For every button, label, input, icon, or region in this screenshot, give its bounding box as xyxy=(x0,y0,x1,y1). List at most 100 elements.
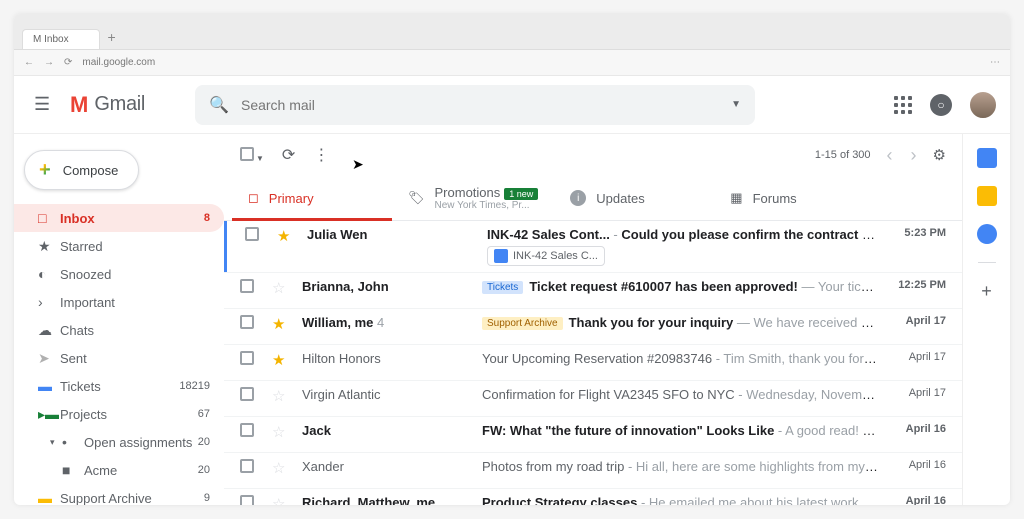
unread-indicator xyxy=(224,221,227,272)
star-icon[interactable]: ☆ xyxy=(272,279,292,297)
row-checkbox[interactable] xyxy=(240,279,254,293)
snippet: - Tim Smith, thank you for choosing Hilt… xyxy=(712,351,878,366)
email-row[interactable]: ★Julia WenINK-42 Sales Cont... - Could y… xyxy=(224,221,962,273)
tasks-icon[interactable] xyxy=(977,224,997,244)
sidebar-item-sent[interactable]: ➤Sent xyxy=(14,344,224,372)
mail-pane: ➤ ▼ ⟳ ⋮ 1-15 of 300 ‹ › ⚙ ◻ Primary xyxy=(224,134,962,505)
search-input[interactable] xyxy=(241,97,731,113)
search-bar[interactable]: 🔍 ▼ xyxy=(195,85,755,125)
browser-tab[interactable]: M Inbox xyxy=(22,29,100,49)
email-row[interactable]: ★William, me 4Support ArchiveThank you f… xyxy=(224,309,962,345)
calendar-icon[interactable] xyxy=(977,148,997,168)
subject: Confirmation for Flight VA2345 SFO to NY… xyxy=(482,387,735,402)
email-row[interactable]: ☆Brianna, JohnTicketsTicket request #610… xyxy=(224,273,962,309)
select-all-checkbox[interactable]: ▼ xyxy=(240,147,264,164)
star-icon[interactable]: ★ xyxy=(272,351,292,369)
reload-icon[interactable]: ⟳ xyxy=(64,57,72,68)
sidebar-label: Support Archive xyxy=(60,491,204,506)
hamburger-menu-icon[interactable]: ☰ xyxy=(34,94,58,115)
chip-blue-icon xyxy=(494,249,508,263)
email-row[interactable]: ☆XanderPhotos from my road trip - Hi all… xyxy=(224,453,962,489)
sidebar-item-acme[interactable]: ■Acme20 xyxy=(14,456,224,484)
search-icon: 🔍 xyxy=(209,95,229,115)
addons-plus-icon[interactable]: + xyxy=(981,281,992,302)
right-sidebar: + xyxy=(962,134,1010,505)
subject: Product Strategy classes xyxy=(482,495,637,505)
timestamp: April 17 xyxy=(888,315,946,327)
row-checkbox[interactable] xyxy=(245,227,259,241)
row-checkbox[interactable] xyxy=(240,495,254,505)
row-checkbox[interactable] xyxy=(240,387,254,401)
tab-primary[interactable]: ◻ Primary xyxy=(232,176,392,220)
settings-gear-icon[interactable]: ⚙ xyxy=(933,146,946,164)
refresh-icon[interactable]: ⟳ xyxy=(282,145,295,165)
email-row[interactable]: ☆ Richard, Matthew, me Product Strategy cl… xyxy=(224,489,962,505)
sidebar-label: Important xyxy=(60,295,210,310)
star-icon[interactable]: ★ xyxy=(272,315,292,333)
sidebar-icon: ★ xyxy=(38,238,60,255)
google-apps-icon[interactable] xyxy=(892,94,914,116)
star-icon[interactable]: ☆ xyxy=(272,459,292,477)
sidebar-item-projects[interactable]: ▸▬Projects67 xyxy=(14,400,224,428)
keep-icon[interactable] xyxy=(977,186,997,206)
forums-icon: ▦ xyxy=(730,190,742,206)
email-row[interactable]: ★Hilton HonorsYour Upcoming Reservation … xyxy=(224,345,962,381)
sidebar-item-starred[interactable]: ★Starred xyxy=(14,232,224,260)
attachment-chip[interactable]: INK-42 Sales C... xyxy=(487,246,605,266)
sidebar-item-open-assignments[interactable]: ▾•Open assignments20 xyxy=(14,428,224,456)
browser-menu-icon[interactable]: ⋯ xyxy=(990,57,1000,68)
sidebar-icon: ▬ xyxy=(38,490,60,505)
sender: Virgin Atlantic xyxy=(302,387,472,402)
star-icon[interactable]: ☆ xyxy=(272,387,292,405)
star-icon[interactable]: ★ xyxy=(277,227,297,245)
tab-promotions[interactable]: 🏷 Promotions1 new New York Times, Pr... xyxy=(392,176,554,220)
tab-updates[interactable]: i Updates xyxy=(554,176,714,220)
sidebar-count: 18219 xyxy=(179,380,210,392)
sidebar-item-support-archive[interactable]: ▬Support Archive9 xyxy=(14,484,224,505)
row-checkbox[interactable] xyxy=(240,423,254,437)
nav-back-icon[interactable]: ← xyxy=(24,57,34,68)
category-tabs: ◻ Primary 🏷 Promotions1 new New York Tim… xyxy=(224,176,962,221)
sidebar-item-chats[interactable]: ☁Chats xyxy=(14,316,224,344)
sidebar-icon: ➤ xyxy=(38,350,60,367)
row-checkbox[interactable] xyxy=(240,351,254,365)
pager-prev-icon[interactable]: ‹ xyxy=(885,145,895,166)
tab-forums[interactable]: ▦ Forums xyxy=(714,176,874,220)
gmail-logo[interactable]: M Gmail xyxy=(70,92,145,118)
star-icon[interactable]: ☆ xyxy=(272,495,292,505)
sidebar-item-important[interactable]: ›Important xyxy=(14,288,224,316)
sidebar-icon: □ xyxy=(38,210,60,226)
nav-forward-icon[interactable]: → xyxy=(44,57,54,68)
mail-toolbar: ▼ ⟳ ⋮ 1-15 of 300 ‹ › ⚙ xyxy=(224,134,962,176)
subject: Photos from my road trip xyxy=(482,459,624,474)
notifications-icon[interactable]: ○ xyxy=(930,94,952,116)
star-icon[interactable]: ☆ xyxy=(272,423,292,441)
sender: Hilton Honors xyxy=(302,351,472,366)
timestamp: April 16 xyxy=(888,495,946,505)
sidebar-item-inbox[interactable]: □Inbox8 xyxy=(14,204,224,232)
email-row[interactable]: ☆ Virgin Atlantic Confirmation for Flight … xyxy=(224,381,962,417)
timestamp: April 16 xyxy=(888,423,946,435)
sidebar-icon: › xyxy=(38,294,60,310)
sidebar-item-snoozed[interactable]: ◐Snoozed xyxy=(14,260,224,288)
address-bar: ← → ⟳ mail.google.com ⋯ xyxy=(14,50,1010,76)
new-tab-button[interactable]: + xyxy=(100,29,124,49)
timestamp: April 16 xyxy=(888,459,946,471)
row-checkbox[interactable] xyxy=(240,315,254,329)
subject: INK-42 Sales Cont... xyxy=(487,227,610,242)
url-text[interactable]: mail.google.com xyxy=(82,57,155,68)
sidebar-item-tickets[interactable]: ▬Tickets18219 xyxy=(14,372,224,400)
search-options-dropdown-icon[interactable]: ▼ xyxy=(731,99,741,110)
sidebar-icon: ☁ xyxy=(38,322,60,339)
email-row[interactable]: ☆JackFW: What "the future of innovation"… xyxy=(224,417,962,453)
more-menu-icon[interactable]: ⋮ xyxy=(313,145,329,165)
row-checkbox[interactable] xyxy=(240,459,254,473)
timestamp: 12:25 PM xyxy=(888,279,946,291)
sender: Richard, Matthew, me xyxy=(302,495,472,505)
compose-button[interactable]: + Compose xyxy=(24,150,139,190)
account-avatar[interactable] xyxy=(968,90,998,120)
subject: FW: What "the future of innovation" Look… xyxy=(482,423,774,438)
pager-next-icon[interactable]: › xyxy=(909,145,919,166)
snippet: - Mike Chang added a comment xyxy=(858,227,878,242)
pager-text: 1-15 of 300 xyxy=(815,149,871,161)
